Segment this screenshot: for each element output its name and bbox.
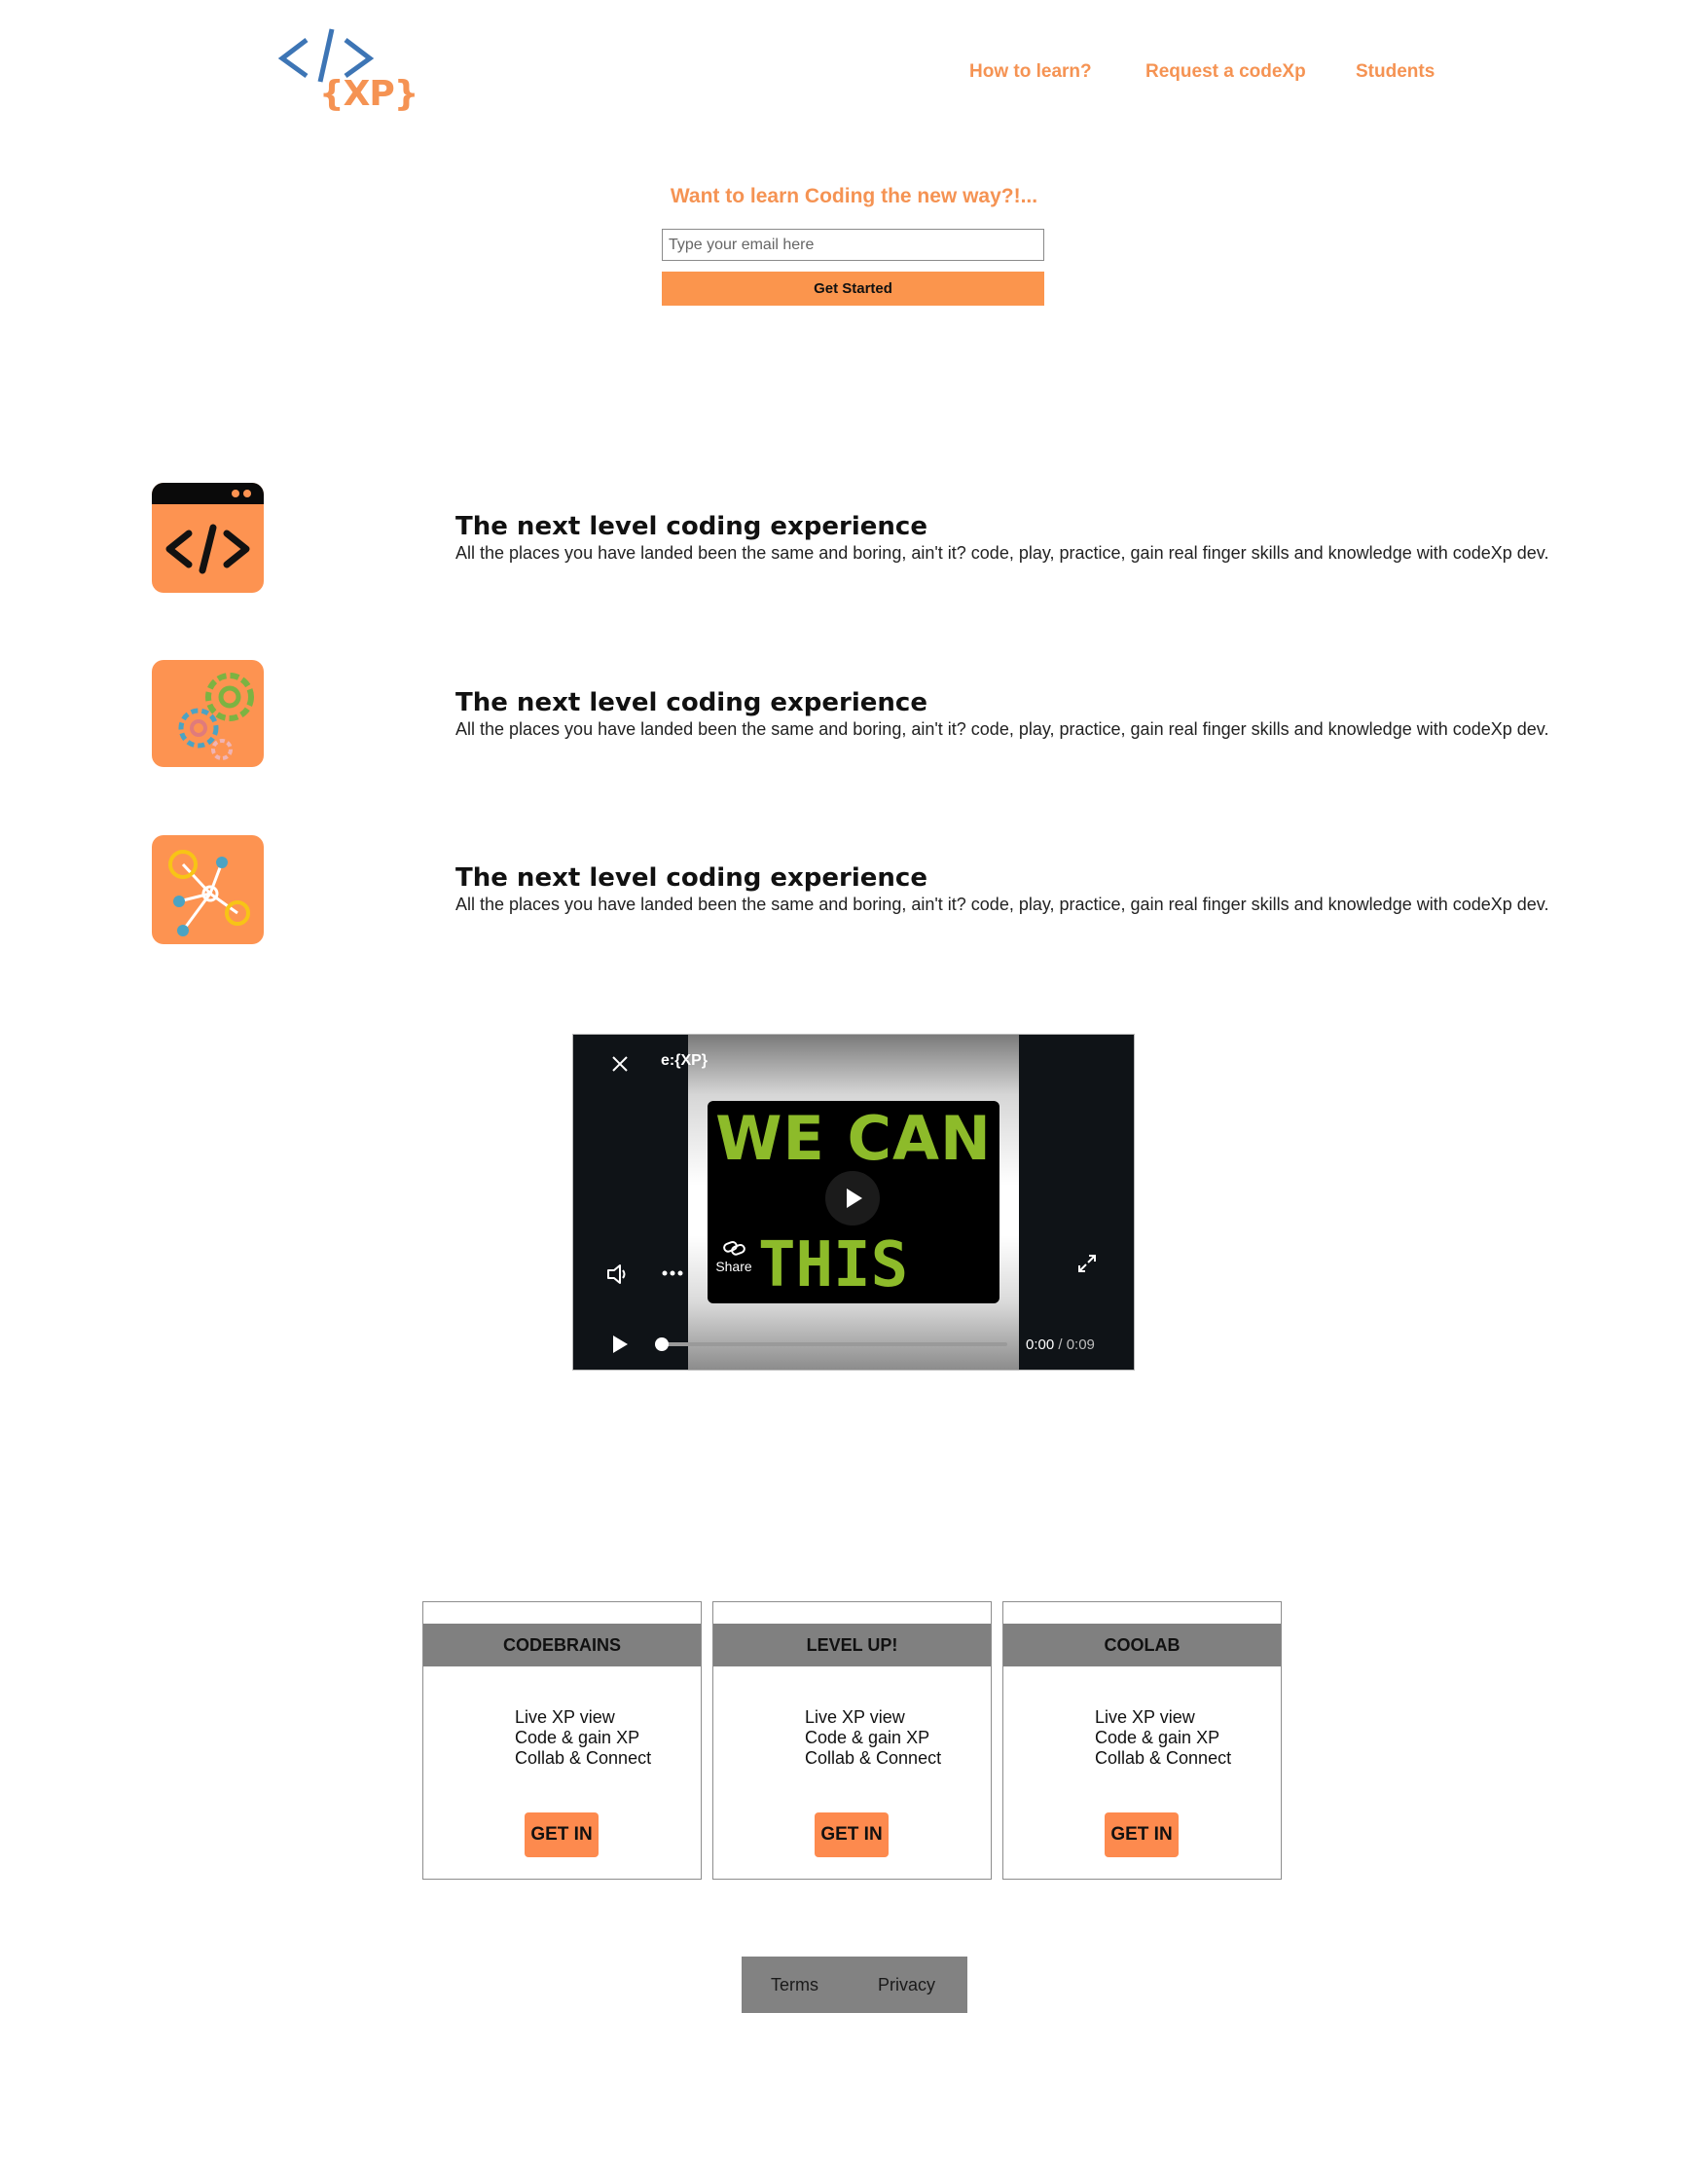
feature-title: The next level coding experience — [455, 512, 927, 541]
get-in-button[interactable]: GET IN — [815, 1812, 889, 1857]
logo-text: {XP} — [319, 74, 418, 114]
more-options-icon[interactable] — [662, 1268, 683, 1278]
video-caption-top: WE CAN — [715, 1103, 992, 1174]
nav-request-codexp[interactable]: Request a codeXp — [1145, 61, 1306, 83]
plan-title: LEVEL UP! — [713, 1624, 991, 1666]
feature-description: All the places you have landed been the … — [455, 543, 1549, 563]
plan-features: Live XP view Code & gain XP Collab & Con… — [515, 1707, 651, 1769]
plan-feature: Code & gain XP — [805, 1728, 930, 1747]
plan-feature: Code & gain XP — [515, 1728, 640, 1747]
link-icon[interactable] — [722, 1237, 747, 1259]
plan-feature: Collab & Connect — [515, 1748, 652, 1768]
plan-card: LEVEL UP! Live XP view Code & gain XP Co… — [712, 1601, 992, 1880]
email-input[interactable] — [662, 229, 1044, 261]
progress-knob[interactable] — [655, 1337, 669, 1351]
code-window-icon — [152, 483, 264, 593]
get-in-button[interactable]: GET IN — [525, 1812, 599, 1857]
video-caption-bottom: THIS — [758, 1229, 909, 1301]
video-time: 0:00 / 0:09 — [1026, 1336, 1095, 1353]
nav-students[interactable]: Students — [1356, 61, 1435, 83]
network-icon — [152, 835, 264, 944]
plan-feature: Live XP view — [805, 1707, 905, 1727]
feature-title: The next level coding experience — [455, 688, 927, 717]
play-icon[interactable] — [610, 1334, 630, 1355]
feature-description: All the places you have landed been the … — [455, 719, 1549, 739]
play-overlay-icon[interactable] — [825, 1171, 880, 1226]
feature-title: The next level coding experience — [455, 863, 927, 893]
time-current: 0:00 — [1026, 1336, 1055, 1353]
plan-feature: Live XP view — [1095, 1707, 1195, 1727]
video-title: e:{XP} — [661, 1052, 709, 1069]
time-total: / 0:09 — [1058, 1336, 1095, 1353]
close-icon[interactable] — [610, 1054, 630, 1074]
feature-description: All the places you have landed been the … — [455, 895, 1549, 914]
site-logo[interactable]: {XP} — [277, 25, 418, 123]
fullscreen-icon[interactable] — [1076, 1253, 1098, 1274]
plan-card: COOLAB Live XP view Code & gain XP Colla… — [1002, 1601, 1282, 1880]
plan-features: Live XP view Code & gain XP Collab & Con… — [1095, 1707, 1231, 1769]
nav-how-to-learn[interactable]: How to learn? — [969, 61, 1092, 83]
plan-feature: Collab & Connect — [1095, 1748, 1232, 1768]
plan-feature: Collab & Connect — [805, 1748, 942, 1768]
gears-icon — [152, 660, 264, 767]
plan-features: Live XP view Code & gain XP Collab & Con… — [805, 1707, 941, 1769]
plan-title: CODEBRAINS — [423, 1624, 701, 1666]
footer-privacy-link[interactable]: Privacy — [878, 1975, 935, 1995]
plan-feature: Code & gain XP — [1095, 1728, 1220, 1747]
video-player[interactable]: WE CAN THIS e:{XP} Share 0:00 / 0:09 — [572, 1034, 1135, 1371]
plan-title: COOLAB — [1003, 1624, 1281, 1666]
footer-terms-link[interactable]: Terms — [771, 1975, 818, 1995]
progress-track[interactable] — [661, 1342, 1007, 1346]
share-button[interactable]: Share — [714, 1259, 753, 1274]
get-started-button[interactable]: Get Started — [662, 272, 1044, 306]
footer: Terms Privacy — [742, 1957, 967, 2013]
plan-feature: Live XP view — [515, 1707, 615, 1727]
get-in-button[interactable]: GET IN — [1105, 1812, 1179, 1857]
plan-card: CODEBRAINS Live XP view Code & gain XP C… — [422, 1601, 702, 1880]
volume-icon[interactable] — [606, 1262, 632, 1286]
hero-headline: Want to learn Coding the new way?!... — [670, 185, 1038, 207]
